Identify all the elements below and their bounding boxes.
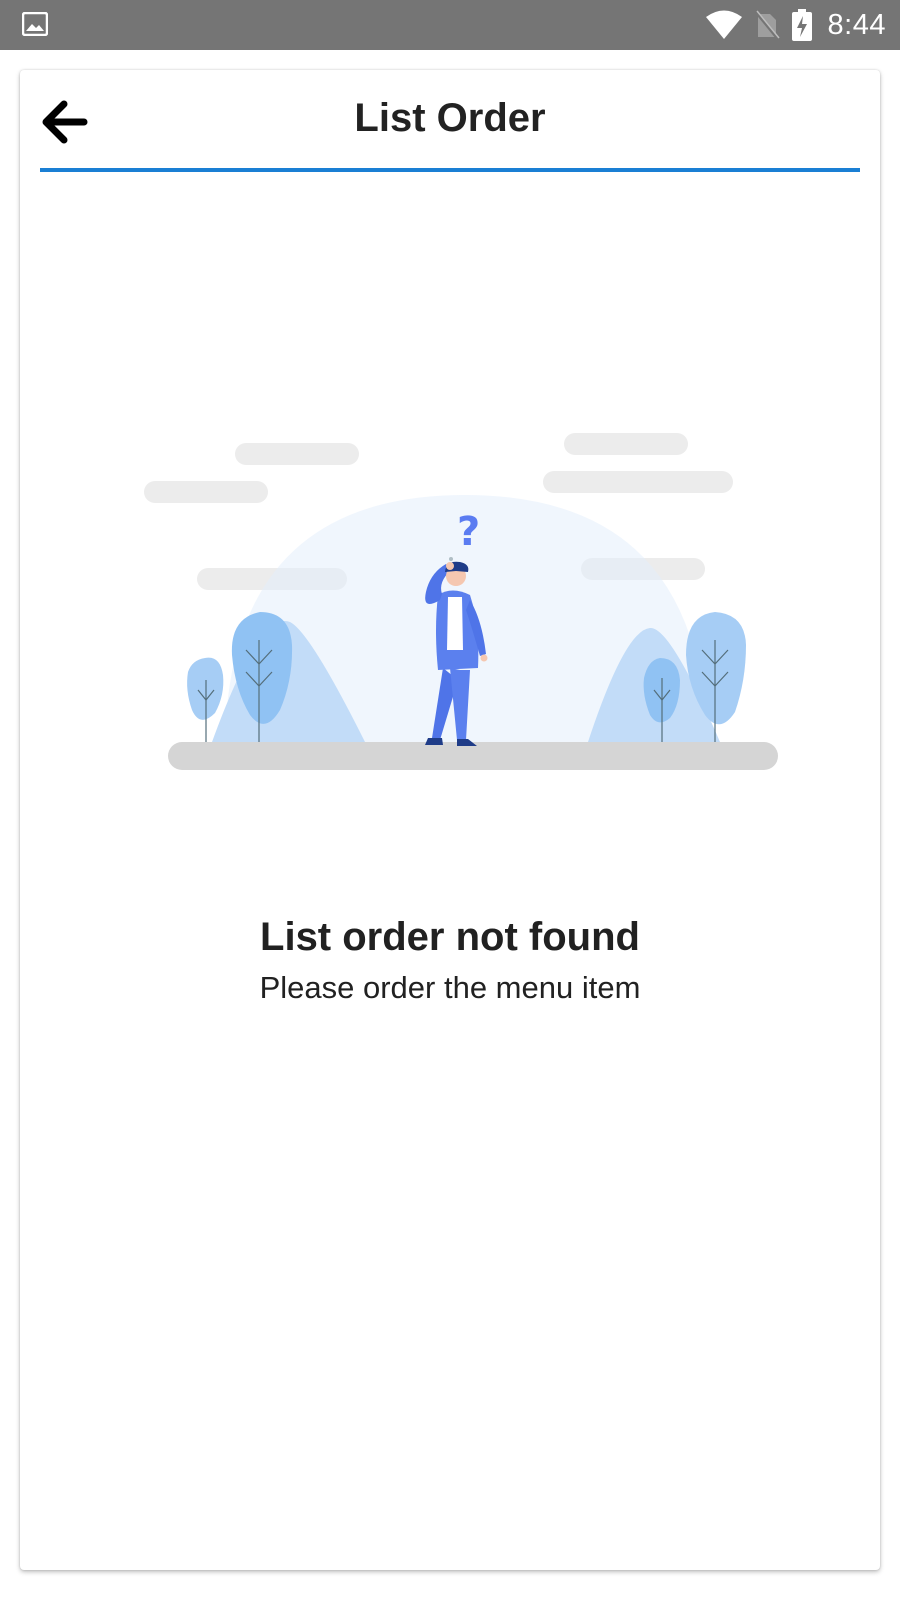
image-icon: [22, 12, 48, 36]
main-card: List Order: [20, 70, 880, 1570]
ground: [168, 742, 778, 770]
wifi-icon: [705, 10, 742, 39]
empty-state-subtitle: Please order the menu item: [259, 970, 641, 1005]
no-sim-icon: [754, 10, 780, 40]
status-icons: 8:44: [705, 0, 886, 50]
battery-charging-icon: [791, 9, 812, 41]
page-title: List Order: [354, 96, 546, 140]
status-bar: 8:44: [0, 0, 900, 50]
toolbar: List Order: [40, 70, 860, 172]
svg-text:?: ?: [457, 509, 480, 555]
status-time: 8:44: [827, 8, 886, 41]
empty-state-title: List order not found: [260, 915, 640, 959]
confused-person-illustration: ?: [144, 433, 778, 770]
